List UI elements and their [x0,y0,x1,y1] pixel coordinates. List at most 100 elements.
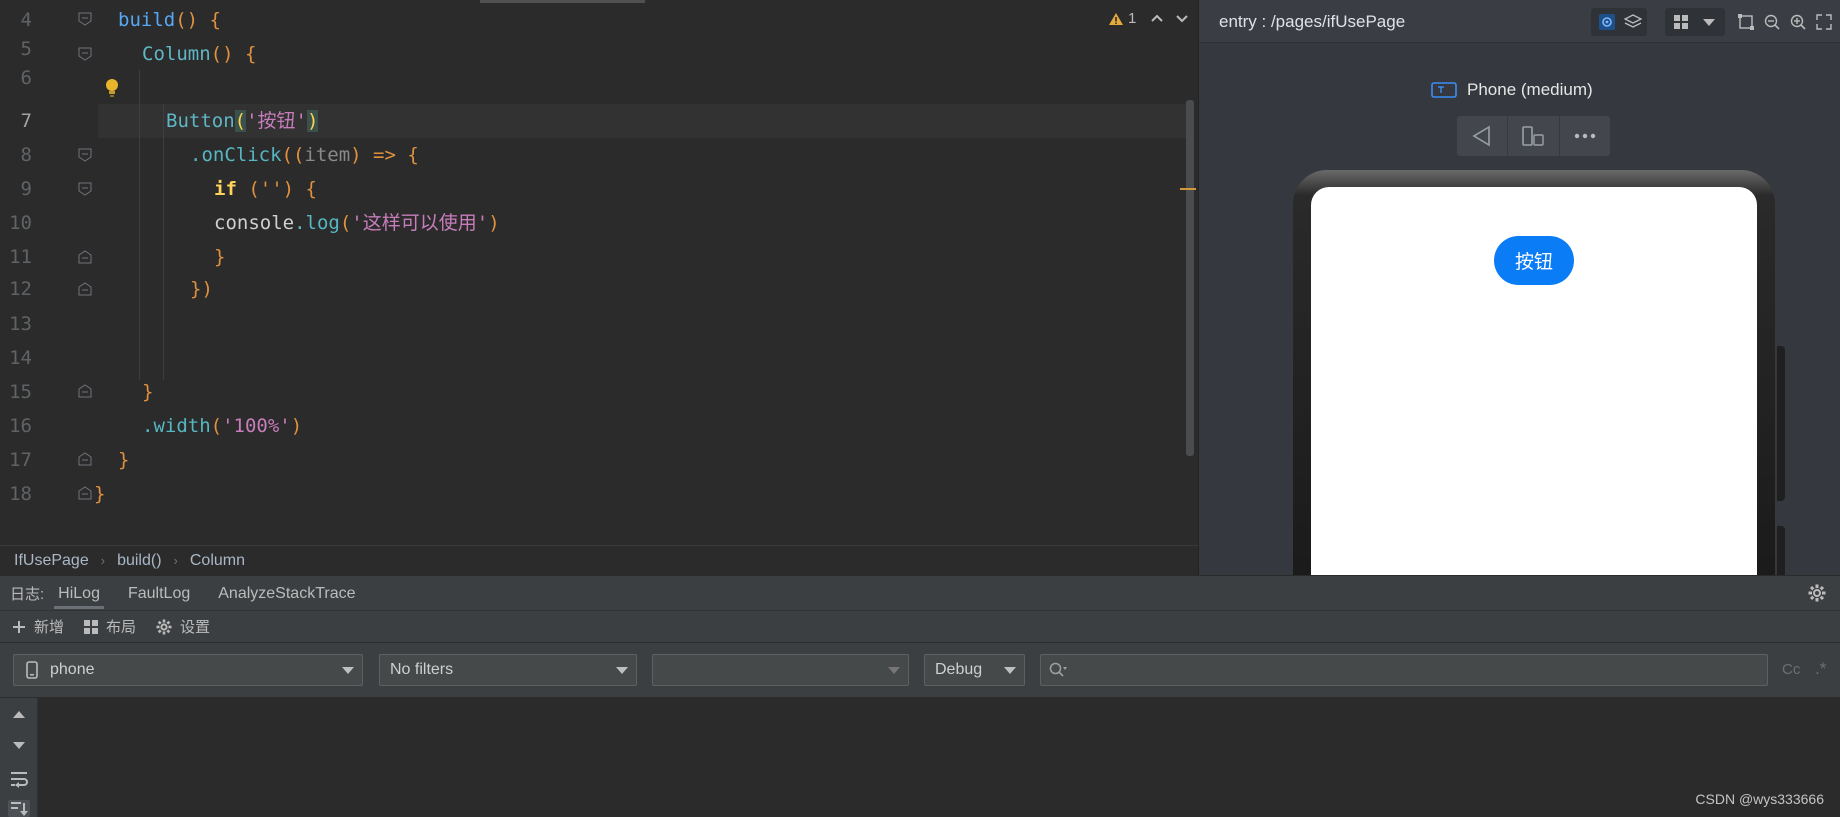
line-number: 7 [20,110,32,132]
process-dropdown[interactable] [652,654,909,686]
fold-icon[interactable] [78,12,92,26]
tab-hilog[interactable]: HiLog [44,576,114,611]
device-selector[interactable]: Phone (medium) [1431,80,1593,100]
breadcrumb-item[interactable]: build() [117,552,161,570]
lightbulb-icon[interactable] [104,78,120,98]
layers-icon[interactable] [1621,9,1645,35]
previous-highlight-icon[interactable] [1149,10,1165,26]
code-line[interactable]: build() { [118,3,221,37]
code-line[interactable]: console.log('这样可以使用') [214,206,500,240]
rotate-button[interactable] [1508,116,1560,156]
token-paren: ) [488,212,500,234]
line-number: 15 [9,381,32,403]
code-editor[interactable]: 4 5 6 7 8 9 10 11 12 13 14 15 16 17 18 b… [0,0,1198,545]
code-line[interactable]: Column() { [142,37,256,71]
token-paren: ( [234,110,247,132]
code-line[interactable]: } [142,375,153,409]
line-number: 6 [20,67,32,89]
add-label: 新增 [34,619,65,636]
device-type-icon [1431,82,1457,98]
fullscreen-icon[interactable] [1813,9,1835,35]
warning-count: 1 [1128,10,1137,27]
previewer-header: entry : /pages/ifUsePage [1199,0,1840,43]
breadcrumb: IfUsePage › build() › Column [0,545,1198,575]
soft-wrap-icon[interactable] [10,770,28,788]
layout-label: 布局 [106,619,137,636]
tab-analyzestacktrace[interactable]: AnalyzeStackTrace [204,576,369,611]
log-output[interactable]: CSDN @wys333666 [0,698,1840,817]
vertical-scrollbar[interactable] [1186,100,1194,456]
chevron-down-icon [342,667,354,674]
chevron-down-icon [1004,667,1016,674]
token-component: Column [142,43,211,65]
device-name: Phone (medium) [1467,80,1593,99]
scroll-down-icon[interactable] [10,736,28,754]
inspection-widget[interactable]: 1 [1108,10,1136,27]
indent-guide [139,70,140,380]
scroll-up-icon[interactable] [10,706,28,724]
token-keyword: if [214,178,237,200]
fold-icon[interactable] [78,47,92,61]
token-method: .width [142,415,211,437]
next-highlight-icon[interactable] [1174,10,1190,26]
log-search-input[interactable] [1071,659,1751,681]
breadcrumb-item[interactable]: Column [190,552,245,570]
code-line[interactable]: } [214,240,225,274]
fold-end-icon[interactable] [78,452,92,466]
zoom-in-icon[interactable] [1787,9,1809,35]
fold-end-icon[interactable] [78,282,92,296]
preview-button[interactable]: 按钮 [1494,236,1574,285]
settings-button[interactable]: 设置 [156,616,210,637]
token-paren: ) [306,110,319,132]
layout-button[interactable]: 布局 [84,616,136,637]
device-dropdown[interactable]: phone [13,654,363,686]
token-paren: ( [210,415,223,437]
token-punct: () { [175,9,221,31]
fold-end-icon[interactable] [78,384,92,398]
inspector-icon[interactable] [1595,9,1619,35]
fold-end-icon[interactable] [78,250,92,264]
match-case-toggle[interactable]: Cc [1782,661,1800,678]
more-button[interactable] [1560,116,1610,156]
chevron-down-icon[interactable] [1697,9,1721,35]
tab-faultlog[interactable]: FaultLog [114,576,204,611]
code-line[interactable]: .onClick((item) => { [190,138,419,172]
scroll-warning-marker[interactable] [1180,188,1196,190]
horizontal-scroll-thumb[interactable] [480,0,645,3]
breadcrumb-item[interactable]: IfUsePage [14,552,89,570]
code-line[interactable]: Button('按钮') [166,104,319,138]
multi-device-icon[interactable] [1669,9,1693,35]
indent-guide [163,104,164,380]
filter-dropdown[interactable]: No filters [379,654,637,686]
line-number: 11 [9,246,32,268]
fold-icon[interactable] [78,148,92,162]
line-number: 17 [9,449,32,471]
line-number: 16 [9,415,32,437]
gear-icon[interactable] [1808,584,1826,602]
token-punct: ) => { [350,144,419,166]
add-button[interactable]: 新增 [12,616,64,637]
warning-icon [1109,12,1123,25]
fold-icon[interactable] [78,182,92,196]
scroll-to-end-icon[interactable] [8,800,30,817]
previewer-panel: entry : /pages/ifUsePage Phone (medium) … [1198,0,1840,590]
log-level-dropdown[interactable]: Debug [924,654,1025,686]
code-line[interactable]: } [94,477,105,511]
watermark: CSDN @wys333666 [1695,791,1824,807]
line-number: 12 [9,278,32,300]
token-function: build [118,9,176,31]
token-component: Button [166,110,235,132]
code-line[interactable]: if ('') { [214,172,317,206]
fold-end-icon[interactable] [78,486,92,500]
regex-toggle[interactable]: .* [1815,659,1826,679]
code-line[interactable]: }) [190,272,213,306]
code-line[interactable]: } [118,443,129,477]
zoom-out-icon[interactable] [1761,9,1783,35]
grid-icon [84,619,99,634]
chevron-down-icon [616,667,628,674]
back-button[interactable] [1457,116,1509,156]
device-dropdown-value: phone [50,661,95,678]
code-line[interactable]: .width('100%') [142,409,302,443]
token-method: .log [294,212,340,234]
fit-screen-icon[interactable] [1735,9,1757,35]
